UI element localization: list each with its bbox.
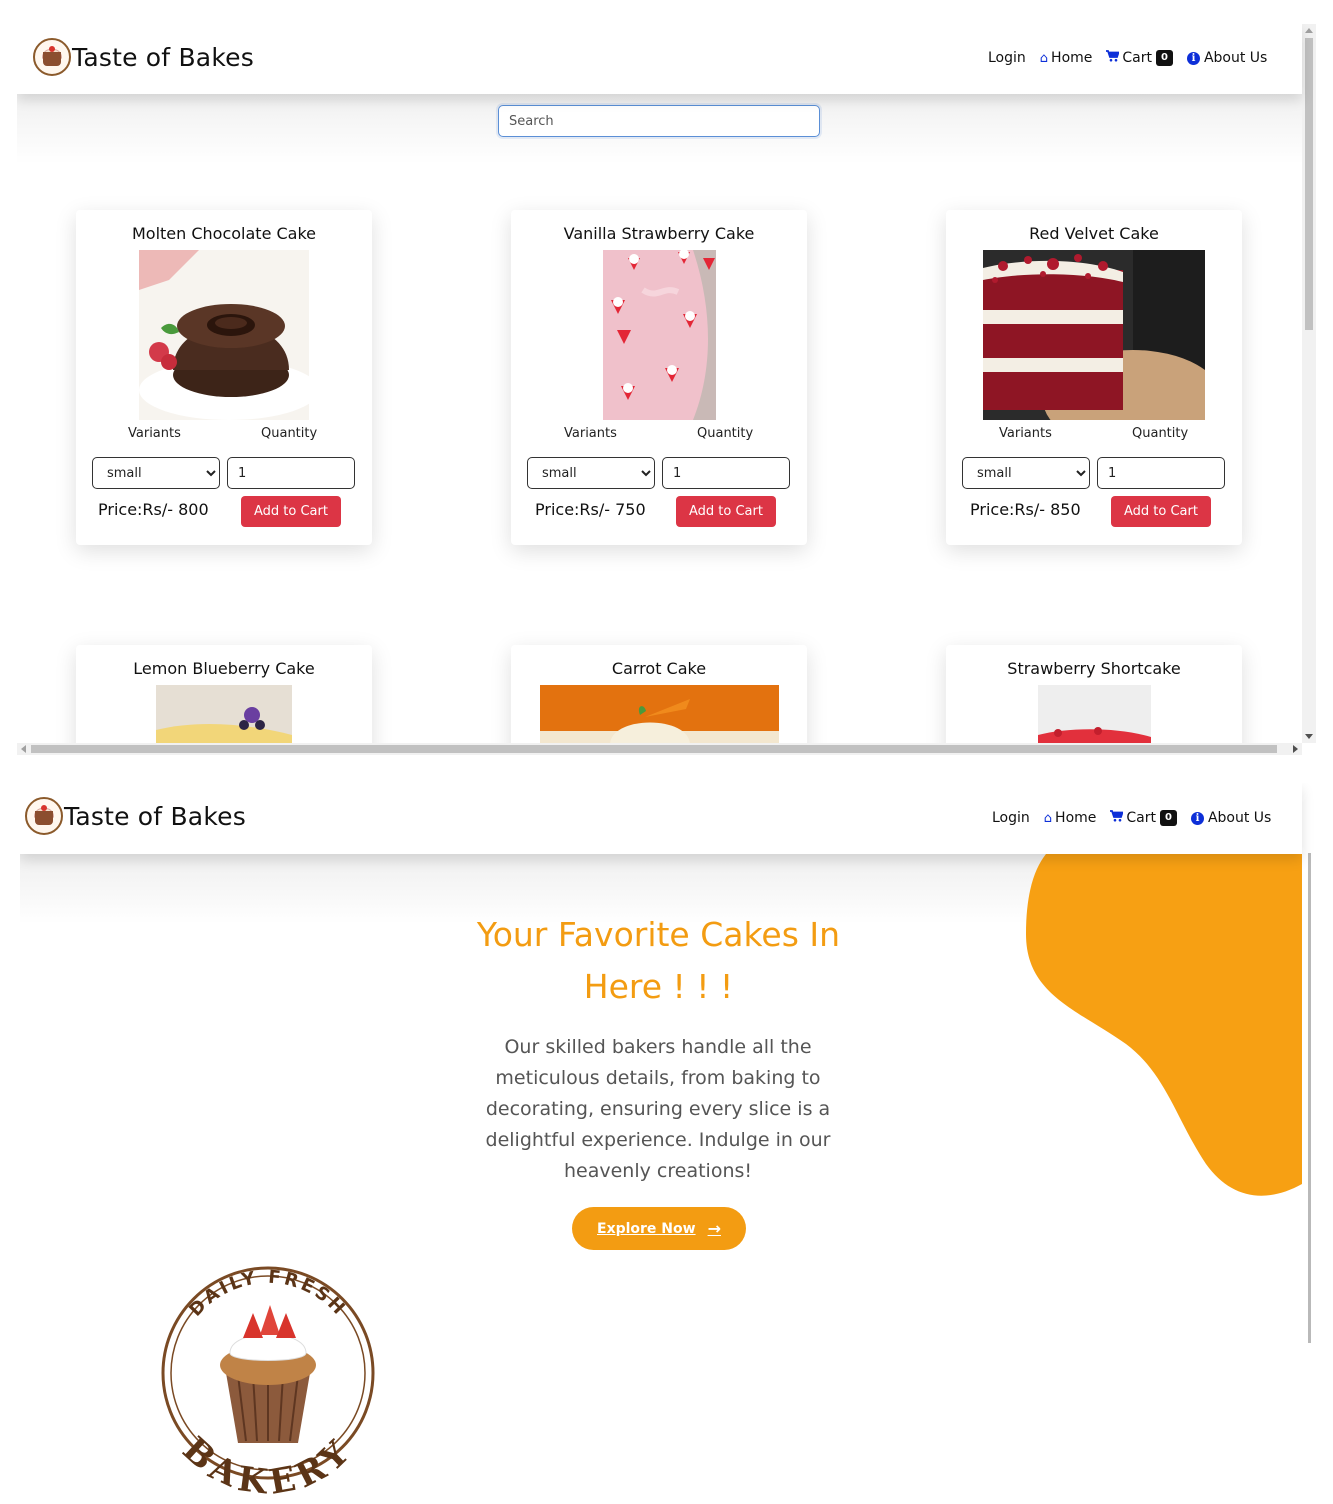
- nav-home-label: Home: [1055, 810, 1097, 826]
- daily-fresh-bakery-logo: DAILY FRESH BAKERY: [161, 1266, 375, 1503]
- quantity-input[interactable]: [227, 457, 355, 489]
- variants-label: Variants: [564, 426, 617, 441]
- product-price: Price:Rs/- 850: [970, 500, 1081, 519]
- nav-cart-label: Cart: [1122, 50, 1152, 66]
- nav-cart[interactable]: Cart 0: [1110, 810, 1177, 826]
- vertical-scrollbar[interactable]: [1302, 783, 1316, 1504]
- explore-now-label: Explore Now: [597, 1220, 696, 1237]
- add-to-cart-button[interactable]: Add to Cart: [241, 496, 341, 527]
- quantity-label: Quantity: [1132, 426, 1189, 441]
- product-title: Molten Chocolate Cake: [131, 224, 317, 243]
- navbar: Taste of Bakes Login ⌂ Home Cart 0 i About …: [17, 24, 1302, 94]
- variant-select[interactable]: small: [92, 457, 220, 489]
- product-card: Red Velvet Cake Variants Quantity small …: [946, 210, 1242, 545]
- products-page-screenshot: Taste of Bakes Login ⌂ Home Cart 0 i About …: [17, 24, 1316, 755]
- nav-links: Login ⌂ Home Cart 0 i About Us: [988, 50, 1267, 66]
- variant-select[interactable]: small: [962, 457, 1090, 489]
- home-icon: ⌂: [1039, 50, 1049, 66]
- horizontal-scrollbar[interactable]: [17, 743, 1302, 755]
- nav-cart[interactable]: Cart 0: [1106, 50, 1173, 66]
- home-page-screenshot: Taste of Bakes Login ⌂ Home Cart 0 i About …: [20, 783, 1316, 1504]
- product-price: Price:Rs/- 750: [535, 500, 646, 519]
- product-price: Price:Rs/- 800: [98, 500, 209, 519]
- product-card: Molten Chocolate Cake Variants Quantity …: [76, 210, 372, 545]
- cart-count-badge: 0: [1156, 50, 1173, 66]
- info-icon: i: [1186, 51, 1200, 65]
- quantity-label: Quantity: [697, 426, 754, 441]
- quantity-label: Quantity: [261, 426, 318, 441]
- variants-label: Variants: [128, 426, 181, 441]
- nav-about-label: About Us: [1207, 810, 1272, 826]
- search-bar-area: [17, 94, 1302, 164]
- variant-select[interactable]: small: [527, 457, 655, 489]
- vertical-scrollbar[interactable]: [1302, 24, 1316, 743]
- product-image: [603, 250, 716, 420]
- brand[interactable]: Taste of Bakes: [33, 38, 254, 76]
- nav-cart-label: Cart: [1126, 810, 1156, 826]
- brand-name: Taste of Bakes: [72, 42, 254, 72]
- product-card: Vanilla Strawberry Cake Variants Quantit…: [511, 210, 807, 545]
- quantity-input[interactable]: [662, 457, 790, 489]
- hero-title: Your Favorite Cakes In Here ! ! !: [476, 915, 841, 1006]
- quantity-input[interactable]: [1097, 457, 1225, 489]
- search-input[interactable]: [498, 105, 820, 137]
- nav-links: Login ⌂ Home Cart 0 i About Us: [992, 810, 1271, 826]
- add-to-cart-button[interactable]: Add to Cart: [676, 496, 776, 527]
- nav-about[interactable]: i About Us: [1186, 50, 1268, 66]
- home-icon: ⌂: [1043, 810, 1053, 826]
- hero-description: Our skilled bakers handle all the meticu…: [485, 1036, 831, 1182]
- product-title: Carrot Cake: [611, 659, 707, 678]
- brand-logo: [33, 38, 71, 76]
- brand-name: Taste of Bakes: [64, 801, 246, 831]
- nav-login-label: Login: [988, 50, 1026, 66]
- nav-home[interactable]: ⌂ Home: [1044, 810, 1097, 826]
- nav-login[interactable]: Login: [992, 810, 1030, 826]
- product-card: Strawberry Shortcake: [946, 645, 1242, 755]
- info-icon: i: [1190, 811, 1204, 825]
- arrow-right-icon: →: [707, 1219, 721, 1238]
- nav-home[interactable]: ⌂ Home: [1040, 50, 1093, 66]
- product-card: Lemon Blueberry Cake: [76, 645, 372, 755]
- product-title: Vanilla Strawberry Cake: [563, 224, 755, 243]
- product-image: [139, 250, 309, 420]
- variants-label: Variants: [999, 426, 1052, 441]
- nav-home-label: Home: [1051, 50, 1093, 66]
- product-title: Red Velvet Cake: [1029, 224, 1159, 243]
- product-image: [540, 685, 779, 745]
- brand[interactable]: Taste of Bakes: [25, 797, 246, 835]
- nav-login-label: Login: [992, 810, 1030, 826]
- product-title: Strawberry Shortcake: [1007, 659, 1181, 678]
- product-image: [156, 685, 292, 745]
- nav-about[interactable]: i About Us: [1190, 810, 1272, 826]
- cart-count-badge: 0: [1160, 810, 1177, 826]
- nav-login[interactable]: Login: [988, 50, 1026, 66]
- decorative-blob: [1026, 854, 1302, 1196]
- add-to-cart-button[interactable]: Add to Cart: [1111, 496, 1211, 527]
- product-image: [983, 250, 1205, 420]
- nav-about-label: About Us: [1203, 50, 1268, 66]
- navbar: Taste of Bakes Login ⌂ Home Cart 0 i About …: [20, 783, 1302, 854]
- explore-now-button[interactable]: Explore Now →: [572, 1207, 746, 1250]
- cart-icon: [1110, 810, 1125, 826]
- cart-icon: [1106, 50, 1121, 66]
- product-title: Lemon Blueberry Cake: [133, 659, 315, 678]
- product-image: [1038, 685, 1151, 745]
- product-card: Carrot Cake: [511, 645, 807, 755]
- brand-logo: [25, 797, 63, 835]
